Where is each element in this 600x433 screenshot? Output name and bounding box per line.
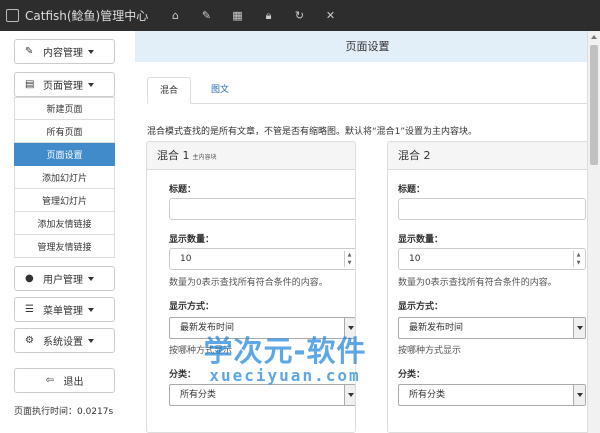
pencil-icon[interactable]: ✎ [191,0,222,31]
category-select[interactable]: 所有分类 [398,384,586,406]
panel-title: 混合 2 [398,149,431,162]
menu-menus[interactable]: ☰ 菜单管理 [14,297,115,322]
sidebar: ✎ 内容管理 ▤ 页面管理 新建页面 所有页面 页面设置 添加幻灯片 管理幻灯片… [0,31,130,433]
tab-image-text[interactable]: 图文 [199,77,241,104]
list-icon: ☰ [25,304,34,315]
count-label: 显示数量： [398,235,444,245]
category-value: 所有分类 [409,390,446,400]
menu-system-label: 系统设置 [43,337,83,348]
submenu-page-settings[interactable]: 页面设置 [14,143,115,166]
count-input[interactable]: 10 ▲ ▼ [169,248,355,270]
panel-title: 混合 1 [157,149,190,162]
chevron-down-icon [88,307,94,312]
menu-system[interactable]: ⚙ 系统设置 [14,328,115,353]
lock-icon[interactable]: 🔒︎ [253,0,284,31]
count-value: 10 [409,254,421,264]
mode-select[interactable]: 最新发布时间 [398,317,586,339]
app-title: Catfish(鲶鱼)管理中心 [25,9,149,23]
chevron-down-icon [88,338,94,343]
scrollbar-thumb[interactable] [590,45,598,165]
tab-bar: 混合 图文 [147,77,600,104]
watermark-line1: 学次元-软件 [203,334,367,368]
page-title: 页面设置 [135,31,600,62]
spinner-icon[interactable]: ▲ ▼ [573,251,583,267]
menu-content[interactable]: ✎ 内容管理 [14,39,115,64]
submenu-add-slide[interactable]: 添加幻灯片 [14,166,115,189]
file-icon: ▤ [25,79,35,90]
refresh-icon[interactable]: ↻ [284,0,315,31]
spinner-icon[interactable]: ▲ ▼ [344,251,354,267]
count-help: 数量为0表示查找所有符合条件的内容。 [169,278,328,288]
panel-mixed-1: 混合 1 主内容块 标题： 显示数量： 10 ▲ ▼ 数量为0表示查找所有符合条件的内… [146,141,356,433]
title-label: 标题： [398,185,426,195]
submenu-manage-links[interactable]: 管理友情链接 [14,235,115,258]
menu-content-label: 内容管理 [43,48,83,59]
chevron-down-icon [573,385,585,405]
top-nav-icons: ⌂ ✎ ▦ 🔒︎ ↻ ✕ [160,0,346,31]
brand[interactable]: Catfish(鲶鱼)管理中心 [6,7,148,24]
menu-pages[interactable]: ▤ 页面管理 [14,72,115,97]
edit-icon: ✎ [25,46,34,57]
chevron-down-icon [344,385,355,405]
chevron-down-icon [88,82,94,87]
home-icon[interactable]: ⌂ [160,0,191,31]
mode-label: 显示方式： [169,302,215,312]
app-logo-icon [6,9,19,22]
tab-mixed[interactable]: 混合 [147,77,192,104]
count-label: 显示数量： [169,235,215,245]
menu-menus-label: 菜单管理 [43,306,83,317]
calculator-icon[interactable]: ▦ [222,0,253,31]
exec-time: 页面执行时间：0.0217s [14,407,114,417]
chevron-down-icon [88,49,94,54]
submenu-all-pages[interactable]: 所有页面 [14,120,115,143]
chevron-down-icon [573,318,585,338]
logout-button[interactable]: ⇦ 退出 [14,368,115,393]
submenu-manage-slides[interactable]: 管理幻灯片 [14,189,115,212]
scroll-up-icon[interactable] [591,35,597,39]
count-value: 10 [180,254,192,264]
watermark-line2: xueciyuan.com [209,366,361,385]
menu-pages-label: 页面管理 [43,81,83,92]
logout-label: 退出 [63,377,84,388]
menu-users[interactable]: ● 用户管理 [14,266,115,291]
logout-icon: ⇦ [45,375,54,386]
title-input[interactable] [398,198,586,220]
count-input[interactable]: 10 ▲ ▼ [398,248,586,270]
user-icon: ● [25,273,34,284]
submenu-add-link[interactable]: 添加友情链接 [14,212,115,235]
count-help: 数量为0表示查找所有符合条件的内容。 [398,278,557,288]
panel-mixed-2: 混合 2 标题： 显示数量： 10 ▲ ▼ 数量为0表示查找所有符合条件的内容。 显… [387,141,597,433]
top-navbar: Catfish(鲶鱼)管理中心 ⌂ ✎ ▦ 🔒︎ ↻ ✕ [0,0,600,31]
mode-hint: 混合模式查找的是所有文章，不管是否有缩略图。默认将“混合1”设置为主内容块。 [147,127,478,137]
title-label: 标题： [169,185,197,195]
menu-users-label: 用户管理 [43,275,83,286]
submenu-new-page[interactable]: 新建页面 [14,97,115,120]
panel-heading: 混合 1 主内容块 [147,142,355,170]
category-select[interactable]: 所有分类 [169,384,355,406]
panel-heading: 混合 2 [388,142,596,170]
mode-label: 显示方式： [398,302,444,312]
title-input[interactable] [169,198,355,220]
category-value: 所有分类 [180,390,217,400]
page-scrollbar[interactable] [587,31,600,433]
gear-icon: ⚙ [25,335,34,346]
watermark: 学次元-软件 xueciyuan.com [150,328,420,385]
panel-subtitle: 主内容块 [192,154,217,161]
chevron-down-icon [88,276,94,281]
close-icon[interactable]: ✕ [315,0,346,31]
